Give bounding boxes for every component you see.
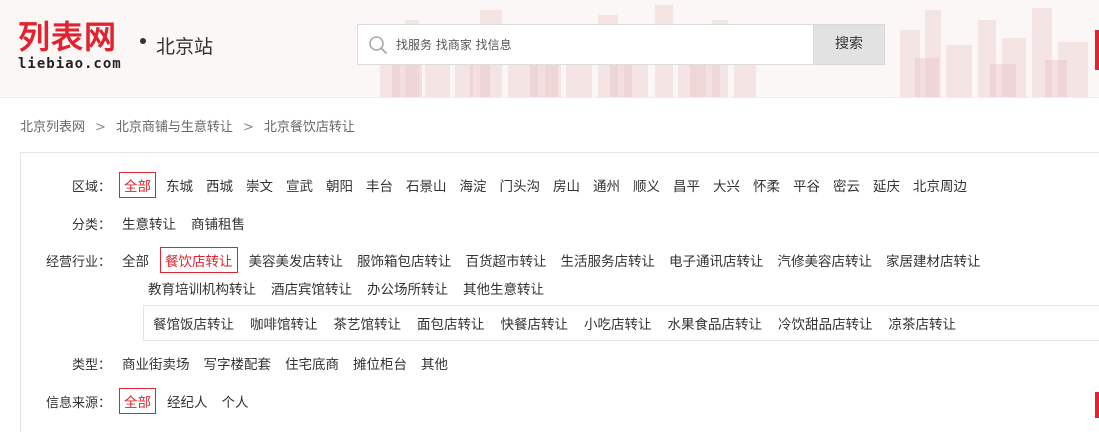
filter-options-source: 全部 经纪人 个人 [119, 388, 260, 414]
area-option[interactable]: 海淀 [457, 172, 490, 198]
source-option[interactable]: 全部 [119, 388, 156, 414]
industry-option[interactable]: 全部 [119, 247, 152, 273]
subcategory-option[interactable]: 快餐店转让 [498, 310, 572, 336]
breadcrumb-link-category[interactable]: 北京商铺与生意转让 [116, 116, 233, 135]
breadcrumb-link-home[interactable]: 北京列表网 [20, 116, 85, 135]
area-option[interactable]: 丰台 [363, 172, 396, 198]
area-option[interactable]: 平谷 [790, 172, 823, 198]
type-option[interactable]: 其他 [418, 350, 451, 376]
area-option[interactable]: 房山 [550, 172, 583, 198]
filter-options-category: 生意转让 商铺租售 [119, 210, 257, 236]
breadcrumb: 北京列表网 > 北京商铺与生意转让 > 北京餐饮店转让 [20, 116, 355, 135]
filter-options-type: 商业街卖场 写字楼配套 住宅底商 摊位柜台 其他 [119, 350, 459, 376]
area-option[interactable]: 昌平 [670, 172, 703, 198]
industry-subcategory-box: 餐馆饭店转让 咖啡馆转让 茶艺馆转让 面包店转让 快餐店转让 小吃店转让 水果食品店转让 冷饮… [143, 305, 1099, 341]
area-option[interactable]: 大兴 [710, 172, 743, 198]
area-option[interactable]: 朝阳 [323, 172, 356, 198]
filter-options-area: 全部 东城 西城 崇文 宣武 朝阳 丰台 石景山 海淀 门头沟 房山 通州 顺义 昌平 大兴 怀柔 平谷 密云 延庆… [119, 172, 977, 198]
subcategory-option[interactable]: 面包店转让 [414, 310, 488, 336]
city-dot-icon [140, 38, 146, 44]
breadcrumb-separator: > [95, 120, 106, 135]
industry-option[interactable]: 汽修美容店转让 [775, 247, 876, 273]
subcategory-option[interactable]: 凉茶店转让 [886, 310, 960, 336]
area-option[interactable]: 北京周边 [910, 172, 970, 198]
filter-row-area: 区域： 全部 东城 西城 崇文 宣武 朝阳 丰台 石景山 海淀 门头沟 房山 通州 顺义 昌平 大兴 怀柔 平谷… [21, 172, 977, 198]
area-option[interactable]: 顺义 [630, 172, 663, 198]
filter-label-source: 信息来源： [45, 395, 111, 411]
filter-label-area: 区域： [71, 179, 111, 195]
search-button[interactable]: 搜索 [813, 24, 885, 65]
area-option[interactable]: 崇文 [243, 172, 276, 198]
area-option[interactable]: 全部 [119, 172, 156, 198]
industry-option[interactable]: 教育培训机构转让 [145, 275, 259, 301]
type-option[interactable]: 写字楼配套 [201, 350, 275, 376]
industry-option[interactable]: 餐饮店转让 [160, 247, 238, 273]
filter-options-subcategory: 餐馆饭店转让 咖啡馆转让 茶艺馆转让 面包店转让 快餐店转让 小吃店转让 水果食品店转让 冷饮… [150, 310, 969, 336]
area-option[interactable]: 通州 [590, 172, 623, 198]
area-option[interactable]: 石景山 [403, 172, 450, 198]
industry-option[interactable]: 服饰箱包店转让 [354, 247, 455, 273]
filter-label-industry: 经营行业： [45, 254, 111, 270]
area-option[interactable]: 宣武 [283, 172, 316, 198]
industry-option[interactable]: 酒店宾馆转让 [268, 275, 355, 301]
breadcrumb-separator: > [242, 120, 254, 135]
subcategory-option[interactable]: 餐馆饭店转让 [150, 310, 237, 336]
category-option[interactable]: 商铺租售 [188, 210, 248, 236]
source-option[interactable]: 个人 [219, 388, 252, 414]
industry-option[interactable]: 美容美发店转让 [246, 247, 347, 273]
search-box [357, 24, 813, 65]
logo-cn: 列表网 [18, 18, 118, 56]
filter-options-industry-continued: 教育培训机构转让 酒店宾馆转让 办公场所转让 其他生意转让 [145, 275, 556, 301]
filter-label-type: 类型： [71, 357, 111, 373]
filter-row-industry-continued: 教育培训机构转让 酒店宾馆转让 办公场所转让 其他生意转让 [145, 275, 556, 301]
filter-options-industry: 全部 餐饮店转让 美容美发店转让 服饰箱包店转让 百货超市转让 生活服务店转让 电子通讯店转… [119, 247, 992, 273]
filter-panel: 区域： 全部 东城 西城 崇文 宣武 朝阳 丰台 石景山 海淀 门头沟 房山 通州 顺义 昌平 大兴 怀柔 平谷… [20, 152, 1099, 432]
area-option[interactable]: 延庆 [870, 172, 903, 198]
filter-label-category: 分类： [71, 217, 111, 233]
subcategory-option[interactable]: 咖啡馆转让 [247, 310, 321, 336]
city-selector[interactable]: 北京站 [156, 32, 213, 59]
filter-row-type: 类型： 商业街卖场 写字楼配套 住宅底商 摊位柜台 其他 [21, 350, 459, 376]
type-option[interactable]: 商业街卖场 [119, 350, 193, 376]
subcategory-option[interactable]: 茶艺馆转让 [331, 310, 405, 336]
industry-option[interactable]: 其他生意转让 [460, 275, 547, 301]
source-option[interactable]: 经纪人 [164, 388, 211, 414]
search-input[interactable] [396, 25, 796, 64]
category-option[interactable]: 生意转让 [119, 210, 179, 236]
area-option[interactable]: 门头沟 [497, 172, 544, 198]
site-logo[interactable]: 列表网 liebiao.com [18, 20, 122, 72]
type-option[interactable]: 住宅底商 [282, 350, 342, 376]
area-option[interactable]: 西城 [203, 172, 236, 198]
subcategory-option[interactable]: 小吃店转让 [581, 310, 655, 336]
area-option[interactable]: 密云 [830, 172, 863, 198]
side-tab-lower[interactable] [1095, 392, 1099, 418]
logo-domain: liebiao.com [18, 56, 122, 72]
subcategory-option[interactable]: 冷饮甜品店转让 [775, 310, 876, 336]
breadcrumb-link-current[interactable]: 北京餐饮店转让 [264, 116, 355, 135]
industry-option[interactable]: 办公场所转让 [364, 275, 451, 301]
subcategory-option[interactable]: 水果食品店转让 [665, 310, 766, 336]
industry-option[interactable]: 家居建材店转让 [883, 247, 984, 273]
area-option[interactable]: 怀柔 [750, 172, 783, 198]
page-header: 列表网 liebiao.com 北京站 搜索 [0, 0, 1099, 98]
area-option[interactable]: 东城 [163, 172, 196, 198]
filter-row-source: 信息来源： 全部 经纪人 个人 [21, 388, 260, 414]
side-tab[interactable] [1095, 30, 1099, 70]
search-icon [369, 36, 387, 54]
industry-option[interactable]: 电子通讯店转让 [666, 247, 767, 273]
industry-option[interactable]: 生活服务店转让 [558, 247, 659, 273]
filter-row-industry: 经营行业： 全部 餐饮店转让 美容美发店转让 服饰箱包店转让 百货超市转让 生活服务店转让… [21, 247, 992, 273]
type-option[interactable]: 摊位柜台 [350, 350, 410, 376]
filter-row-category: 分类： 生意转让 商铺租售 [21, 210, 257, 236]
industry-option[interactable]: 百货超市转让 [463, 247, 550, 273]
